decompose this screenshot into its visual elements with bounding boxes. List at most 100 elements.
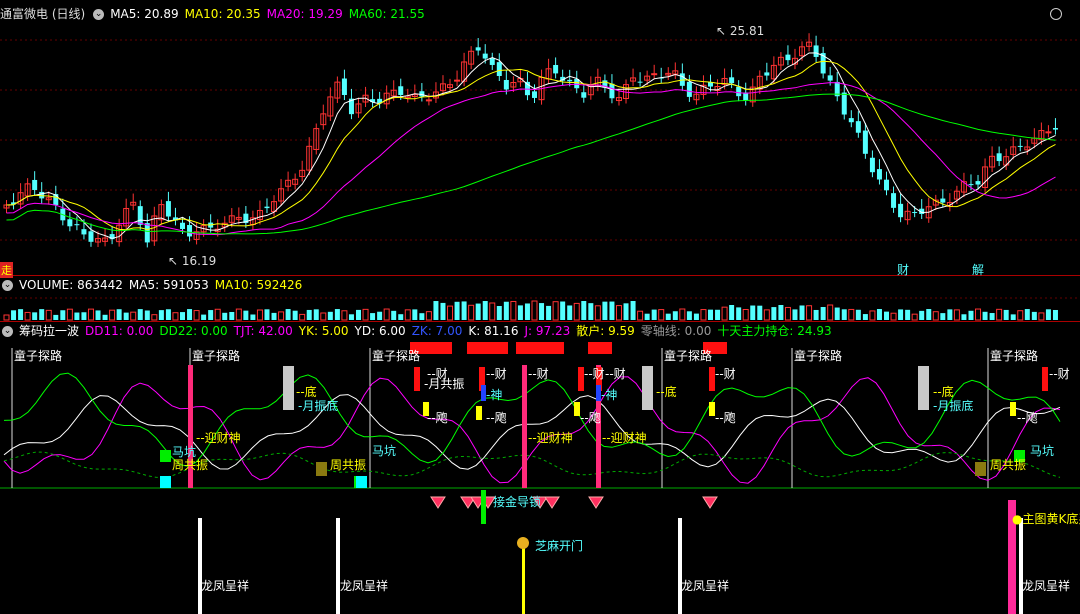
- zhougongzhen-marker: [975, 462, 986, 476]
- candle-body: [137, 206, 143, 225]
- candle-body: [891, 193, 897, 208]
- diamond-icon: [588, 496, 604, 509]
- volume-bar: [503, 301, 509, 320]
- volume-bar: [32, 312, 38, 320]
- volume-bar: [581, 301, 587, 320]
- volume-bar: [489, 302, 496, 321]
- volume-bar: [475, 303, 481, 320]
- volume-bar: [292, 310, 298, 320]
- tongzi-label: 童子探路: [14, 349, 63, 363]
- candle-body: [67, 219, 73, 227]
- volume-bar: [953, 309, 960, 321]
- volume-bar: [11, 310, 17, 320]
- volume-bar: [573, 302, 580, 321]
- volume-bar: [947, 309, 953, 320]
- candle-body: [180, 222, 185, 229]
- volume-bar: [700, 309, 707, 321]
- volume-bar: [841, 309, 847, 320]
- candle-body: [88, 231, 94, 242]
- volume-bar: [158, 310, 164, 320]
- signal-stick: [481, 490, 486, 524]
- volume-bar: [1010, 314, 1016, 320]
- candle-body: [637, 81, 643, 83]
- longfeng-bar: [1019, 518, 1023, 614]
- candle-body: [940, 198, 946, 203]
- candle-body: [785, 54, 791, 61]
- tongzi-label: 童子探路: [192, 349, 241, 363]
- volume-bar: [66, 308, 73, 321]
- volume-bar: [87, 308, 94, 321]
- volume-bar: [1038, 312, 1045, 321]
- jie-tag: 解: [972, 263, 985, 277]
- volume-bar: [560, 301, 566, 320]
- zhougongzhen-label: 周共振: [172, 458, 209, 472]
- volume-bar: [834, 307, 840, 320]
- volume-bar: [876, 309, 882, 320]
- volume-bar: [74, 312, 80, 320]
- volume-bar: [235, 308, 242, 321]
- zhima-bar: [522, 548, 525, 614]
- volume-bar: [180, 312, 185, 320]
- volume-bar: [81, 312, 87, 320]
- volume-bar: [609, 301, 615, 320]
- diamond-icon: [544, 496, 560, 509]
- volume-bar: [341, 310, 348, 321]
- volume-bar: [102, 314, 108, 320]
- volume-bar: [665, 313, 671, 320]
- candle-body: [264, 206, 270, 209]
- volume-bar: [222, 312, 228, 320]
- volume-bar: [784, 306, 791, 321]
- jiedi-label: 接金导锁: [493, 495, 542, 509]
- volume-bar: [898, 309, 904, 320]
- volume-bar: [658, 309, 665, 321]
- cai-tag: 财: [897, 263, 910, 277]
- volume-bar: [109, 309, 116, 321]
- yuezhendi-label: -月振底: [933, 399, 974, 413]
- longfeng-bar: [678, 518, 682, 614]
- candle-body: [144, 223, 150, 243]
- volume-bar: [123, 312, 129, 320]
- signal-bar: [467, 342, 508, 354]
- volume-bar: [356, 309, 361, 320]
- volume-bar: [792, 309, 798, 320]
- volume-bar: [327, 311, 333, 320]
- high-price-label: ↖ 25.81: [716, 24, 765, 38]
- stock-chart-canvas[interactable]: [0, 0, 1080, 614]
- volume-bar: [932, 311, 939, 321]
- makeng-marker: [160, 476, 171, 488]
- volume-bar: [271, 312, 277, 320]
- cai-label: --财: [715, 367, 736, 381]
- fei-label: --飑: [715, 411, 736, 425]
- di-label: --底: [656, 385, 677, 399]
- candle-body: [1052, 127, 1058, 130]
- candle-body: [74, 224, 80, 226]
- volume-bar: [806, 305, 813, 321]
- volume-bar: [672, 311, 678, 320]
- volume-bar: [757, 305, 763, 320]
- candle-body: [736, 86, 742, 97]
- volume-bar: [869, 310, 876, 321]
- candle-body: [496, 62, 502, 76]
- volume-bar: [433, 301, 439, 320]
- volume-bar: [911, 313, 918, 321]
- tongzi-label: 童子探路: [794, 349, 843, 363]
- longfeng-label: 龙凤呈祥: [340, 579, 389, 593]
- yingcaishen-label: --迎财神: [196, 431, 241, 445]
- volume-bar: [644, 313, 650, 320]
- volume-bar: [1017, 310, 1024, 321]
- longfeng-bar: [336, 518, 340, 614]
- signal-bar: [588, 342, 612, 354]
- candle-body: [553, 65, 559, 74]
- volume-bar: [588, 303, 594, 320]
- trend-tag: 走: [0, 262, 13, 278]
- volume-bar: [95, 310, 101, 320]
- volume-bar: [24, 311, 31, 321]
- cai-label: --财: [605, 367, 626, 381]
- volume-bar: [1003, 309, 1009, 320]
- candle-body: [651, 73, 658, 76]
- zhougongzhen-label: 周共振: [330, 458, 367, 472]
- volume-bar: [708, 309, 713, 320]
- volume-bar: [567, 305, 573, 320]
- candle-body: [398, 86, 404, 95]
- candle-body: [884, 179, 889, 191]
